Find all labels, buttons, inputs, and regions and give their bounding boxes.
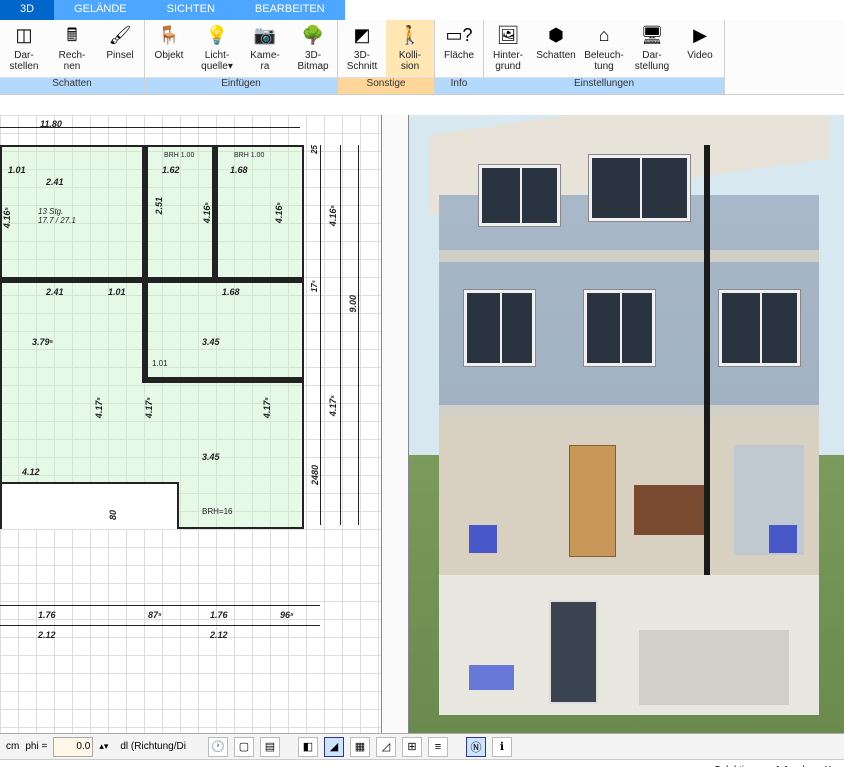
tool-layers-icon[interactable]: ▤ bbox=[260, 737, 280, 757]
tab-terrain[interactable]: GELÄNDE bbox=[54, 0, 147, 20]
tool-grid-icon[interactable]: ⊞ bbox=[402, 737, 422, 757]
piano bbox=[634, 485, 704, 535]
btn-darstellen[interactable]: ◫Dar- stellen bbox=[0, 20, 48, 77]
front-door bbox=[549, 600, 598, 704]
area-icon: ▭? bbox=[447, 24, 471, 48]
status-bar: Selektion 1:1 sel X: bbox=[0, 759, 844, 767]
calc-icon: 🖩 bbox=[60, 24, 84, 48]
tool-info-icon[interactable]: ℹ bbox=[492, 737, 512, 757]
group-einfuegen: Einfügen bbox=[145, 77, 337, 94]
group-sonstige: Sonstige bbox=[338, 77, 434, 94]
phi-input[interactable] bbox=[53, 737, 93, 757]
ribbon: ◫Dar- stellen 🖩Rech- nen 🖌Pinsel Schatte… bbox=[0, 20, 844, 95]
btn-kollision[interactable]: 🚶Kolli- sion bbox=[386, 20, 434, 77]
tab-edit[interactable]: BEARBEITEN bbox=[235, 0, 345, 20]
tool-angle-icon[interactable]: ◿ bbox=[376, 737, 396, 757]
house-model bbox=[439, 135, 819, 655]
floor-plan: 2.41 1.62 1.68 1.01 2.51 4.16⁵ 4.16⁵ 4.1… bbox=[0, 145, 304, 529]
dim-top: 11.80 bbox=[40, 119, 62, 129]
unit-label: cm bbox=[6, 741, 19, 752]
tool-snap-icon[interactable]: ◢ bbox=[324, 737, 344, 757]
ruler-vertical bbox=[381, 115, 408, 733]
wardrobe bbox=[569, 445, 616, 557]
play-icon: ▶ bbox=[688, 24, 712, 48]
btn-lichtquelle[interactable]: 💡Licht- quelle▾ bbox=[193, 20, 241, 77]
facade bbox=[439, 195, 819, 655]
btn-flaeche[interactable]: ▭?Fläche bbox=[435, 20, 483, 77]
btn-kamera[interactable]: 📷Kame- ra bbox=[241, 20, 289, 77]
btn-beleuchtung[interactable]: ⌂Beleuch- tung bbox=[580, 20, 628, 77]
view-2d-plan[interactable]: 11.80 2.41 1.62 1.68 1.01 2.51 4.16⁵ 4.1… bbox=[0, 115, 409, 733]
tool-color-icon[interactable]: ◧ bbox=[298, 737, 318, 757]
footer-toolbar: cm phi = ▴▾ dl (Richtung/Di 🕐 ▢ ▤ ◧ ◢ ▦ … bbox=[0, 733, 844, 759]
light-icon: ⌂ bbox=[592, 24, 616, 48]
tab-views[interactable]: SICHTEN bbox=[147, 0, 235, 20]
chair-icon: 🪑 bbox=[157, 24, 181, 48]
phi-label: phi = bbox=[25, 741, 47, 752]
tool-screen-icon[interactable]: ▢ bbox=[234, 737, 254, 757]
bulb-icon: 💡 bbox=[205, 24, 229, 48]
dl-label: dl (Richtung/Di bbox=[120, 741, 186, 752]
group-einstellungen: Einstellungen bbox=[484, 77, 724, 94]
shadow-icon: ⬢ bbox=[544, 24, 568, 48]
btn-darstellung[interactable]: 🖥Dar- stellung bbox=[628, 20, 676, 77]
tool-hatch-icon[interactable]: ▦ bbox=[350, 737, 370, 757]
camera-icon: 📷 bbox=[253, 24, 277, 48]
tool-north-icon[interactable]: Ⓝ bbox=[466, 737, 486, 757]
btn-3dbitmap[interactable]: 🌳3D- Bitmap bbox=[289, 20, 337, 77]
brush-icon: 🖌 bbox=[108, 24, 132, 48]
tree-icon: 🌳 bbox=[301, 24, 325, 48]
tab-3d[interactable]: 3D bbox=[0, 0, 54, 20]
btn-objekt[interactable]: 🪑Objekt bbox=[145, 20, 193, 77]
view-3d[interactable] bbox=[409, 115, 844, 733]
cube-icon: ◫ bbox=[12, 24, 36, 48]
btn-schatten[interactable]: ⬢Schatten bbox=[532, 20, 580, 77]
display-icon: 🖥 bbox=[640, 24, 664, 48]
cut-icon: ◩ bbox=[350, 24, 374, 48]
person-icon: 🚶 bbox=[398, 24, 422, 48]
group-info: Info bbox=[435, 77, 483, 94]
ground-floor bbox=[439, 575, 819, 715]
bg-icon: 🖼 bbox=[496, 24, 520, 48]
tool-clock-icon[interactable]: 🕐 bbox=[208, 737, 228, 757]
group-schatten: Schatten bbox=[0, 77, 144, 94]
btn-hintergrund[interactable]: 🖼Hinter- grund bbox=[484, 20, 532, 77]
btn-rechnen[interactable]: 🖩Rech- nen bbox=[48, 20, 96, 77]
btn-3dschnitt[interactable]: ◩3D- Schnitt bbox=[338, 20, 386, 77]
btn-video[interactable]: ▶Video bbox=[676, 20, 724, 77]
drainpipe bbox=[704, 145, 710, 575]
btn-pinsel[interactable]: 🖌Pinsel bbox=[96, 20, 144, 77]
tool-layers2-icon[interactable]: ≡ bbox=[428, 737, 448, 757]
